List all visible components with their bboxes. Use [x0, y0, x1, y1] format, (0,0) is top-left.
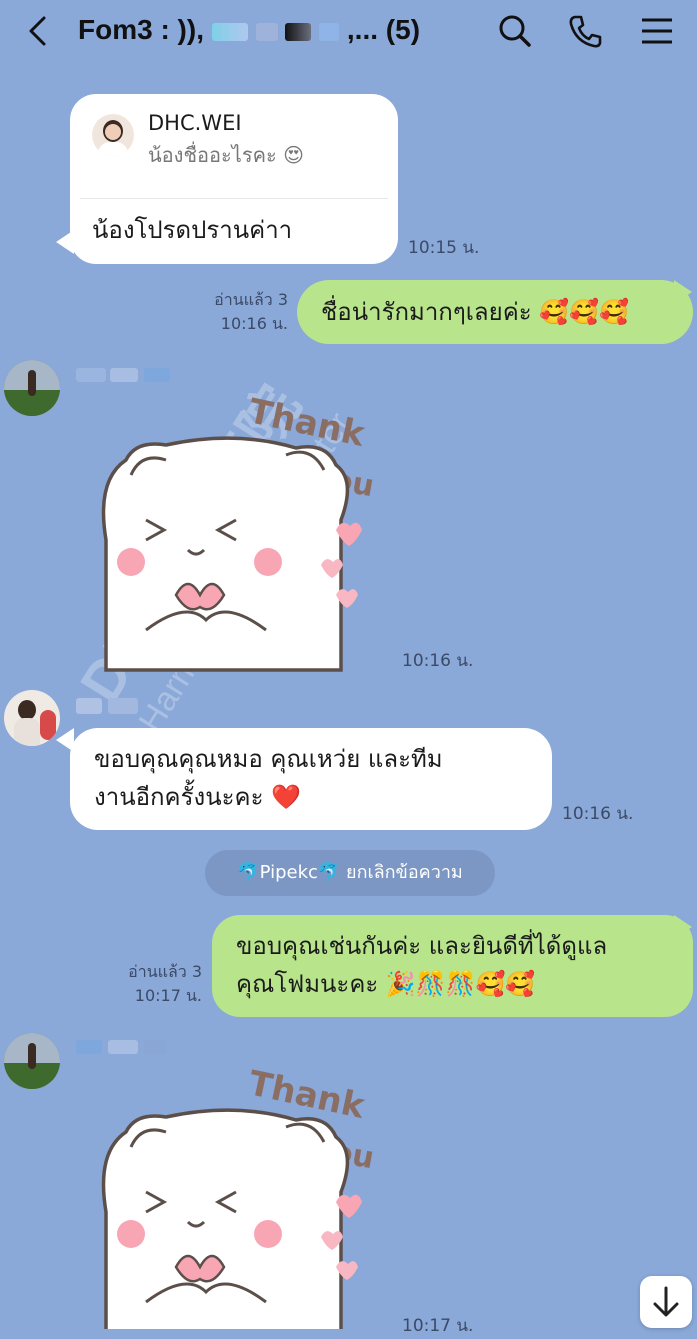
thank-you-sticker[interactable]: Thank you — [86, 390, 386, 675]
hamburger-menu-icon[interactable] — [638, 12, 676, 50]
sender-name-blurred — [76, 368, 174, 382]
search-icon[interactable] — [496, 12, 534, 50]
blurred-name — [211, 22, 248, 41]
message-bubble-outgoing[interactable]: ขอบคุณเช่นกันค่ะ และยินดีที่ได้ดูแล คุณโ… — [212, 915, 693, 1017]
arrow-down-icon — [653, 1286, 679, 1317]
message-text-line1: ขอบคุณคุณหมอ คุณเหว่ย และทีม — [94, 745, 443, 773]
reply-quoted-text: น้องชื่ออะไรคะ 😍 — [148, 143, 304, 167]
read-receipt: อ่านแล้ว 3 10:16 น. — [190, 288, 288, 336]
message-time: 10:16 น. — [220, 314, 288, 333]
thank-you-sticker[interactable]: Thank you — [86, 1062, 386, 1329]
message-text-line2: คุณโฟมนะคะ 🎉🎊🎊🥰🥰 — [236, 970, 536, 998]
blurred-name — [255, 22, 278, 41]
message-time: 10:16 น. — [402, 651, 474, 671]
avatar[interactable] — [4, 1033, 60, 1089]
scroll-to-bottom-button[interactable] — [640, 1276, 692, 1328]
message-text-line2: งานอีกครั้งนะคะ ❤️ — [94, 783, 301, 811]
blurred-name — [285, 22, 312, 41]
message-time: 10:17 น. — [402, 1316, 474, 1336]
phone-icon[interactable] — [566, 12, 604, 50]
message-text: น้องโปรดปรานค่าา — [92, 216, 293, 244]
blurred-name — [319, 22, 340, 41]
read-receipt: อ่านแล้ว 3 10:17 น. — [104, 960, 202, 1008]
chat-title-suffix: ,... (5) — [346, 14, 421, 45]
chat-title[interactable]: Fom3 : )), ,... (5) — [78, 14, 420, 46]
sender-name-blurred — [76, 1040, 174, 1054]
message-text-line1: ขอบคุณเช่นกันค่ะ และยินดีที่ได้ดูแล — [236, 932, 608, 960]
read-count: อ่านแล้ว 3 — [214, 290, 288, 309]
divider — [80, 198, 388, 199]
message-text: ชื่อน่ารักมากๆเลยค่ะ 🥰🥰🥰 — [321, 298, 629, 326]
system-message-unsent: 🐬Pipekc🐬 ยกเลิกข้อความ — [205, 850, 495, 896]
chevron-left-icon[interactable] — [22, 14, 56, 48]
message-bubble-outgoing[interactable]: ชื่อน่ารักมากๆเลยค่ะ 🥰🥰🥰 — [297, 280, 693, 344]
sender-name-blurred — [76, 698, 156, 714]
message-time: 10:16 น. — [562, 804, 634, 824]
bubble-tail — [674, 280, 692, 304]
bubble-tail — [56, 230, 74, 254]
reply-avatar — [92, 114, 134, 156]
bubble-tail — [56, 728, 74, 752]
chat-header: Fom3 : )), ,... (5) — [0, 0, 697, 64]
avatar[interactable] — [4, 360, 60, 416]
avatar[interactable] — [4, 690, 60, 746]
chat-title-prefix: Fom3 : )), — [78, 14, 204, 45]
message-time: 10:15 น. — [408, 238, 480, 258]
bubble-tail — [674, 915, 692, 939]
message-bubble-incoming[interactable]: ขอบคุณคุณหมอ คุณเหว่ย และทีม งานอีกครั้ง… — [70, 728, 552, 830]
message-bubble-reply[interactable]: DHC.WEI น้องชื่ออะไรคะ 😍 น้องโปรดปรานค่า… — [70, 94, 398, 264]
message-time: 10:17 น. — [134, 986, 202, 1005]
reply-sender: DHC.WEI — [148, 111, 242, 135]
read-count: อ่านแล้ว 3 — [128, 962, 202, 981]
